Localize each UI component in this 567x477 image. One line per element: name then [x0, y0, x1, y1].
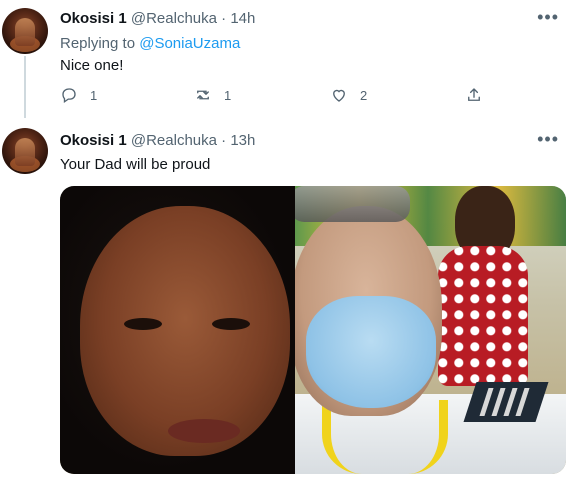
separator: ·: [221, 132, 227, 149]
tweet-photo[interactable]: [60, 186, 566, 474]
tweet-header: Okosisi 1 @Realchuka · 14h: [60, 10, 255, 27]
timestamp[interactable]: 14h: [230, 10, 255, 27]
share-icon: [468, 88, 480, 101]
photo-epaulette: [463, 382, 549, 422]
retweet-button[interactable]: 1: [194, 86, 231, 104]
thread-line: [24, 56, 26, 118]
tweet-text: Nice one!: [60, 57, 124, 74]
reply-count: 1: [90, 87, 98, 103]
share-button[interactable]: [465, 86, 483, 104]
timestamp[interactable]: 13h: [230, 132, 255, 149]
display-name[interactable]: Okosisi 1: [60, 132, 127, 149]
action-bar: 1 1 2: [60, 86, 540, 106]
like-button[interactable]: 2: [330, 86, 367, 104]
handle[interactable]: @Realchuka: [131, 132, 217, 149]
avatar[interactable]: [2, 8, 48, 54]
photo-sunglasses: [290, 186, 410, 222]
tweet-text: Your Dad will be proud: [60, 156, 211, 173]
handle[interactable]: @Realchuka: [131, 10, 217, 27]
tweet-1[interactable]: Okosisi 1 @Realchuka · 14h ••• Replying …: [0, 0, 567, 118]
retweet-count: 1: [224, 87, 232, 103]
reply-icon: [62, 88, 76, 104]
photo-woman-face: [80, 206, 290, 456]
tweet-header: Okosisi 1 @Realchuka · 13h: [60, 132, 255, 149]
display-name[interactable]: Okosisi 1: [60, 10, 127, 27]
replying-to: Replying to @SoniaUzama: [60, 35, 240, 52]
mention-link[interactable]: @SoniaUzama: [139, 35, 240, 52]
photo-face-mask: [306, 296, 436, 408]
more-icon[interactable]: •••: [537, 8, 559, 26]
heart-icon: [333, 89, 345, 102]
reply-button[interactable]: 1: [60, 86, 97, 104]
more-icon[interactable]: •••: [537, 130, 559, 148]
tweet-2[interactable]: Okosisi 1 @Realchuka · 13h ••• Your Dad …: [0, 118, 567, 477]
like-count: 2: [360, 87, 368, 103]
avatar[interactable]: [2, 128, 48, 174]
photo-background-shirt: [438, 246, 528, 386]
retweet-icon: [197, 90, 209, 100]
replying-to-label: Replying to: [60, 35, 136, 52]
separator: ·: [221, 10, 227, 27]
